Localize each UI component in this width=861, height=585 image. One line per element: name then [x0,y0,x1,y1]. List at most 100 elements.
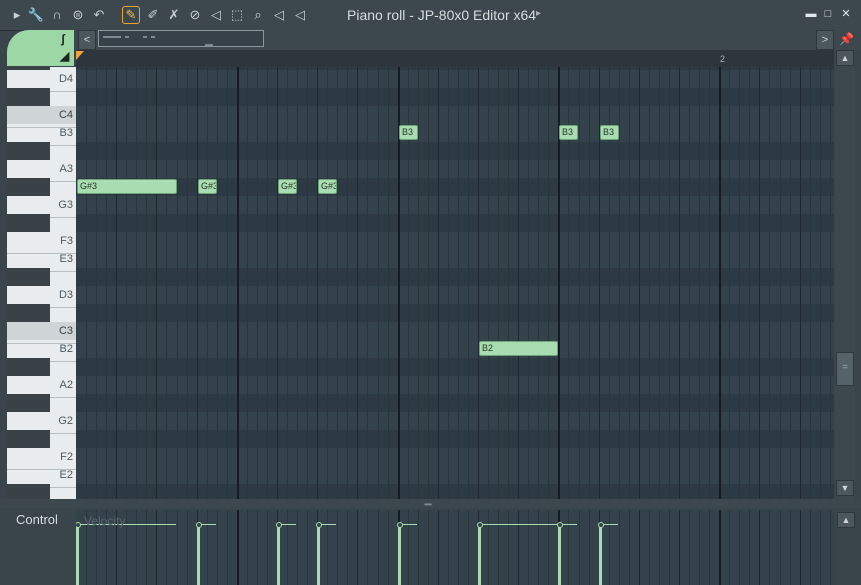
black-key[interactable] [7,358,50,376]
select-icon[interactable]: ⬚ [228,6,246,24]
velocity-handle[interactable] [557,522,563,528]
note[interactable]: G#3 [198,179,217,194]
close-button[interactable]: ✕ [839,7,853,21]
velocity-bar[interactable] [277,525,280,585]
note[interactable]: B3 [399,125,418,140]
black-key[interactable] [7,268,50,286]
black-key[interactable] [7,67,50,70]
grid-line [166,67,167,499]
velocity-bar[interactable] [76,525,79,585]
grid-line [800,67,801,499]
scroll-left-button[interactable]: < [78,30,96,50]
note[interactable]: G#3 [278,179,297,194]
grid-line [357,67,358,499]
velocity-bar[interactable] [398,525,401,585]
velocity-handle[interactable] [196,522,202,528]
title-menu-arrow-icon[interactable]: ▸ [536,8,541,19]
grid-line [629,67,630,499]
black-key[interactable] [7,178,50,196]
velocity-grid-line [136,510,137,585]
slice-icon[interactable]: ◁ [207,6,225,24]
paint-icon[interactable]: ✐ [144,6,162,24]
black-key[interactable] [7,304,50,322]
pin-icon[interactable]: 📌 [839,32,854,46]
speaker-icon[interactable]: ◁ [291,6,309,24]
velocity-grid-line [438,510,439,585]
velocity-bar[interactable] [599,525,602,585]
velocity-length [281,524,296,525]
velocity-handle[interactable] [276,522,282,528]
tool-tab[interactable]: ʃ ◢ [7,30,74,66]
velocity-handle[interactable] [477,522,483,528]
scroll-up-button[interactable]: ▲ [836,50,854,66]
velocity-bar[interactable] [558,525,561,585]
velocity-grid-line [739,510,740,585]
mute-icon[interactable]: ⊘ [186,6,204,24]
snap-icon[interactable]: ⊜ [69,6,87,24]
velocity-handle[interactable] [316,522,322,528]
corner-icon[interactable]: ◢ [60,49,69,63]
velocity-bar[interactable] [197,525,200,585]
velocity-grid-line [528,510,529,585]
black-key[interactable] [7,214,50,232]
panel-splitter[interactable]: •••• [0,499,861,509]
wrench-icon[interactable]: 🔧 [27,6,45,24]
note[interactable]: G#3 [318,179,337,194]
scroll-right-button[interactable]: > [816,30,834,50]
black-key[interactable] [7,142,50,160]
velocity-bar[interactable] [317,525,320,585]
vertical-scrollbar[interactable]: ▲ = ▼ [835,50,855,499]
control-label[interactable]: Control [16,512,58,527]
key-label: G2 [58,415,73,427]
note-grid[interactable]: G#3 G#3 G#3 G#3 B3 B2 B3 B3 [76,67,834,499]
scroll-down-button[interactable]: ▼ [836,480,854,496]
note[interactable]: B3 [600,125,619,140]
scroll-thumb[interactable]: = [836,352,854,386]
zoom-icon[interactable]: ⌕ [249,6,267,24]
timeline[interactable]: 2 [76,50,834,67]
velocity-handle[interactable] [598,522,604,528]
black-key[interactable] [7,394,50,412]
velocity-grid-line [709,510,710,585]
menu-arrow-icon[interactable]: ▸ [8,6,26,24]
grid-line [709,67,710,499]
piano-keyboard[interactable]: D4C4B3A3G3F3E3D3C3B2A2G2F2E2D2 [7,67,76,499]
velocity-handle[interactable] [76,522,81,528]
grid-line [217,67,218,499]
grid-line [659,67,660,499]
velocity-grid-line [347,510,348,585]
grid-line [498,67,499,499]
velocity-grid-line [267,510,268,585]
velocity-grid-line [166,510,167,585]
playback-icon[interactable]: ◁ [270,6,288,24]
event-scroll-button[interactable]: ▲ [837,512,855,528]
black-key[interactable] [7,484,50,499]
curve-icon[interactable]: ʃ [61,32,65,46]
maximize-button[interactable]: □ [821,7,835,21]
velocity-grid-line [800,510,801,585]
velocity-bar[interactable] [478,525,481,585]
grid-line [579,67,580,499]
overview-window[interactable] [98,30,264,47]
black-key[interactable] [7,88,50,106]
delete-icon[interactable]: ✗ [165,6,183,24]
velocity-grid-line [307,510,308,585]
velocity-grid-line [187,510,188,585]
velocity-handle[interactable] [397,522,403,528]
black-key[interactable] [7,430,50,448]
grid-line [689,67,690,499]
velocity-lane[interactable] [76,510,834,585]
velocity-grid-line [227,510,228,585]
minimize-button[interactable]: ▬ [804,7,818,21]
velocity-grid-line [428,510,429,585]
playback-marker[interactable] [76,51,84,60]
velocity-grid-line [448,510,449,585]
note[interactable]: B3 [559,125,578,140]
magnet-icon[interactable]: ∩ [48,6,66,24]
note[interactable]: G#3 [77,179,177,194]
note[interactable]: B2 [479,341,558,356]
pencil-icon[interactable]: ✎ [122,6,140,24]
undo-icon[interactable]: ↶ [90,6,108,24]
key-label: B3 [59,127,73,139]
velocity-grid-line [146,510,147,585]
